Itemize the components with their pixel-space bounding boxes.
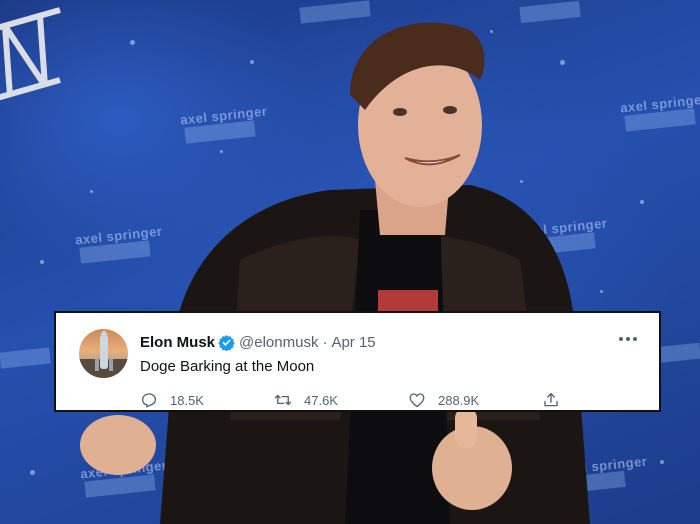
display-name[interactable]: Elon Musk [140,334,215,351]
verified-badge-icon [218,334,235,351]
share-icon [544,392,558,407]
retweet-icon [274,394,292,406]
like-icon [409,393,425,408]
user-handle[interactable]: @elonmusk [239,334,318,351]
starship-avatar-image [79,330,128,378]
share-button[interactable] [542,391,560,409]
tweet-header: Elon Musk @elonmusk · Apr 15 [140,332,376,352]
like-button[interactable]: 288.9K [408,391,479,409]
reply-button[interactable]: 18.5K [140,391,204,409]
tweet-actions: 18.5K 47.6K 288.9K [140,391,558,409]
retweet-button[interactable]: 47.6K [274,391,338,409]
tweet-card[interactable]: Elon Musk @elonmusk · Apr 15 Doge Barkin… [54,311,661,412]
avatar[interactable] [79,329,128,378]
like-count: 288.9K [438,392,480,408]
retweet-count: 47.6K [304,392,338,408]
more-options-icon[interactable] [617,331,639,347]
separator-dot: · [322,333,328,351]
reply-icon [141,393,157,408]
person-photo [80,22,590,524]
reply-count: 18.5K [170,392,204,408]
background-photo: axel springer axel springer axel springe… [0,0,700,524]
tweet-text: Doge Barking at the Moon [140,358,315,375]
tweet-date[interactable]: Apr 15 [331,334,375,351]
